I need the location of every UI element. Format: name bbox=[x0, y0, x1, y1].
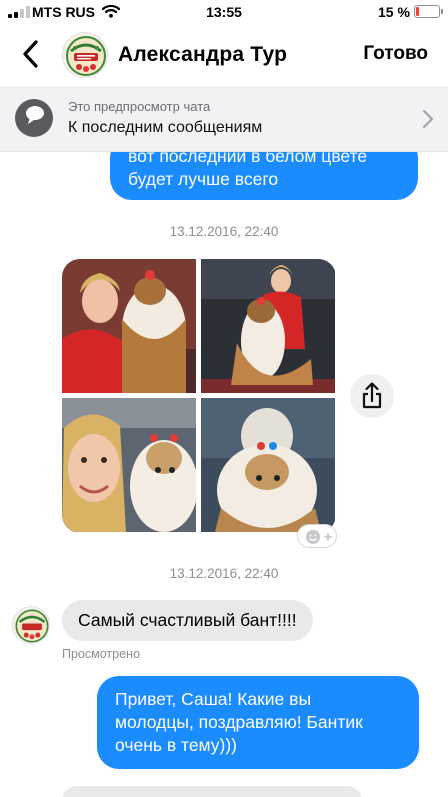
done-button[interactable]: Готово bbox=[363, 43, 428, 65]
preview-caption: Это предпросмотр чата bbox=[68, 99, 211, 114]
contact-avatar[interactable] bbox=[62, 32, 108, 78]
photo-grid bbox=[62, 259, 336, 533]
chat-header: Александра Тур Готово bbox=[0, 24, 448, 86]
status-bar: MTS RUS 13:55 15 % bbox=[0, 0, 448, 24]
outgoing-message-line: молодцы, поздравляю! Бантик bbox=[115, 712, 363, 732]
sender-avatar[interactable] bbox=[12, 606, 50, 644]
chevron-right-icon bbox=[422, 109, 434, 129]
incoming-message-text: Самый счастливый бант!!!! bbox=[78, 610, 297, 630]
chevron-left-icon bbox=[23, 40, 38, 68]
back-button[interactable] bbox=[18, 38, 46, 70]
emoji-plus-icon bbox=[306, 530, 332, 544]
battery-level bbox=[416, 7, 419, 16]
preview-title: К последним сообщениям bbox=[68, 119, 263, 136]
outgoing-message-line: Привет, Саша! Какие вы bbox=[115, 689, 312, 709]
share-button[interactable] bbox=[350, 374, 394, 418]
add-reaction-button[interactable] bbox=[297, 524, 337, 548]
read-receipt: Просмотрено bbox=[62, 647, 140, 661]
outgoing-message-bubble[interactable]: Привет, Саша! Какие вы молодцы, поздравл… bbox=[97, 676, 419, 769]
photo-dog-on-show-table[interactable] bbox=[201, 259, 335, 393]
photo-dog-portrait[interactable] bbox=[201, 398, 335, 532]
outgoing-message-line: очень в тему))) bbox=[115, 735, 238, 755]
photo-woman-with-dog[interactable] bbox=[62, 259, 196, 393]
message-timestamp: 13.12.2016, 22:40 bbox=[169, 566, 279, 581]
message-timestamp: 13.12.2016, 22:40 bbox=[169, 224, 279, 239]
chat-preview-banner[interactable]: Это предпросмотр чата К последним сообще… bbox=[0, 86, 448, 152]
chat-bubble-icon bbox=[15, 99, 53, 137]
battery-percent: 15 % bbox=[378, 4, 410, 20]
battery-icon bbox=[414, 5, 443, 18]
incoming-message-bubble[interactable]: Самый счастливый бант!!!! bbox=[62, 600, 313, 641]
incoming-message-bubble-partial[interactable] bbox=[62, 786, 362, 797]
contact-name[interactable]: Александра Тур bbox=[118, 43, 287, 67]
outgoing-message-line: будет лучше всего bbox=[128, 169, 279, 189]
photo-woman-and-dog-closeup[interactable] bbox=[62, 398, 196, 532]
share-icon bbox=[362, 382, 382, 409]
